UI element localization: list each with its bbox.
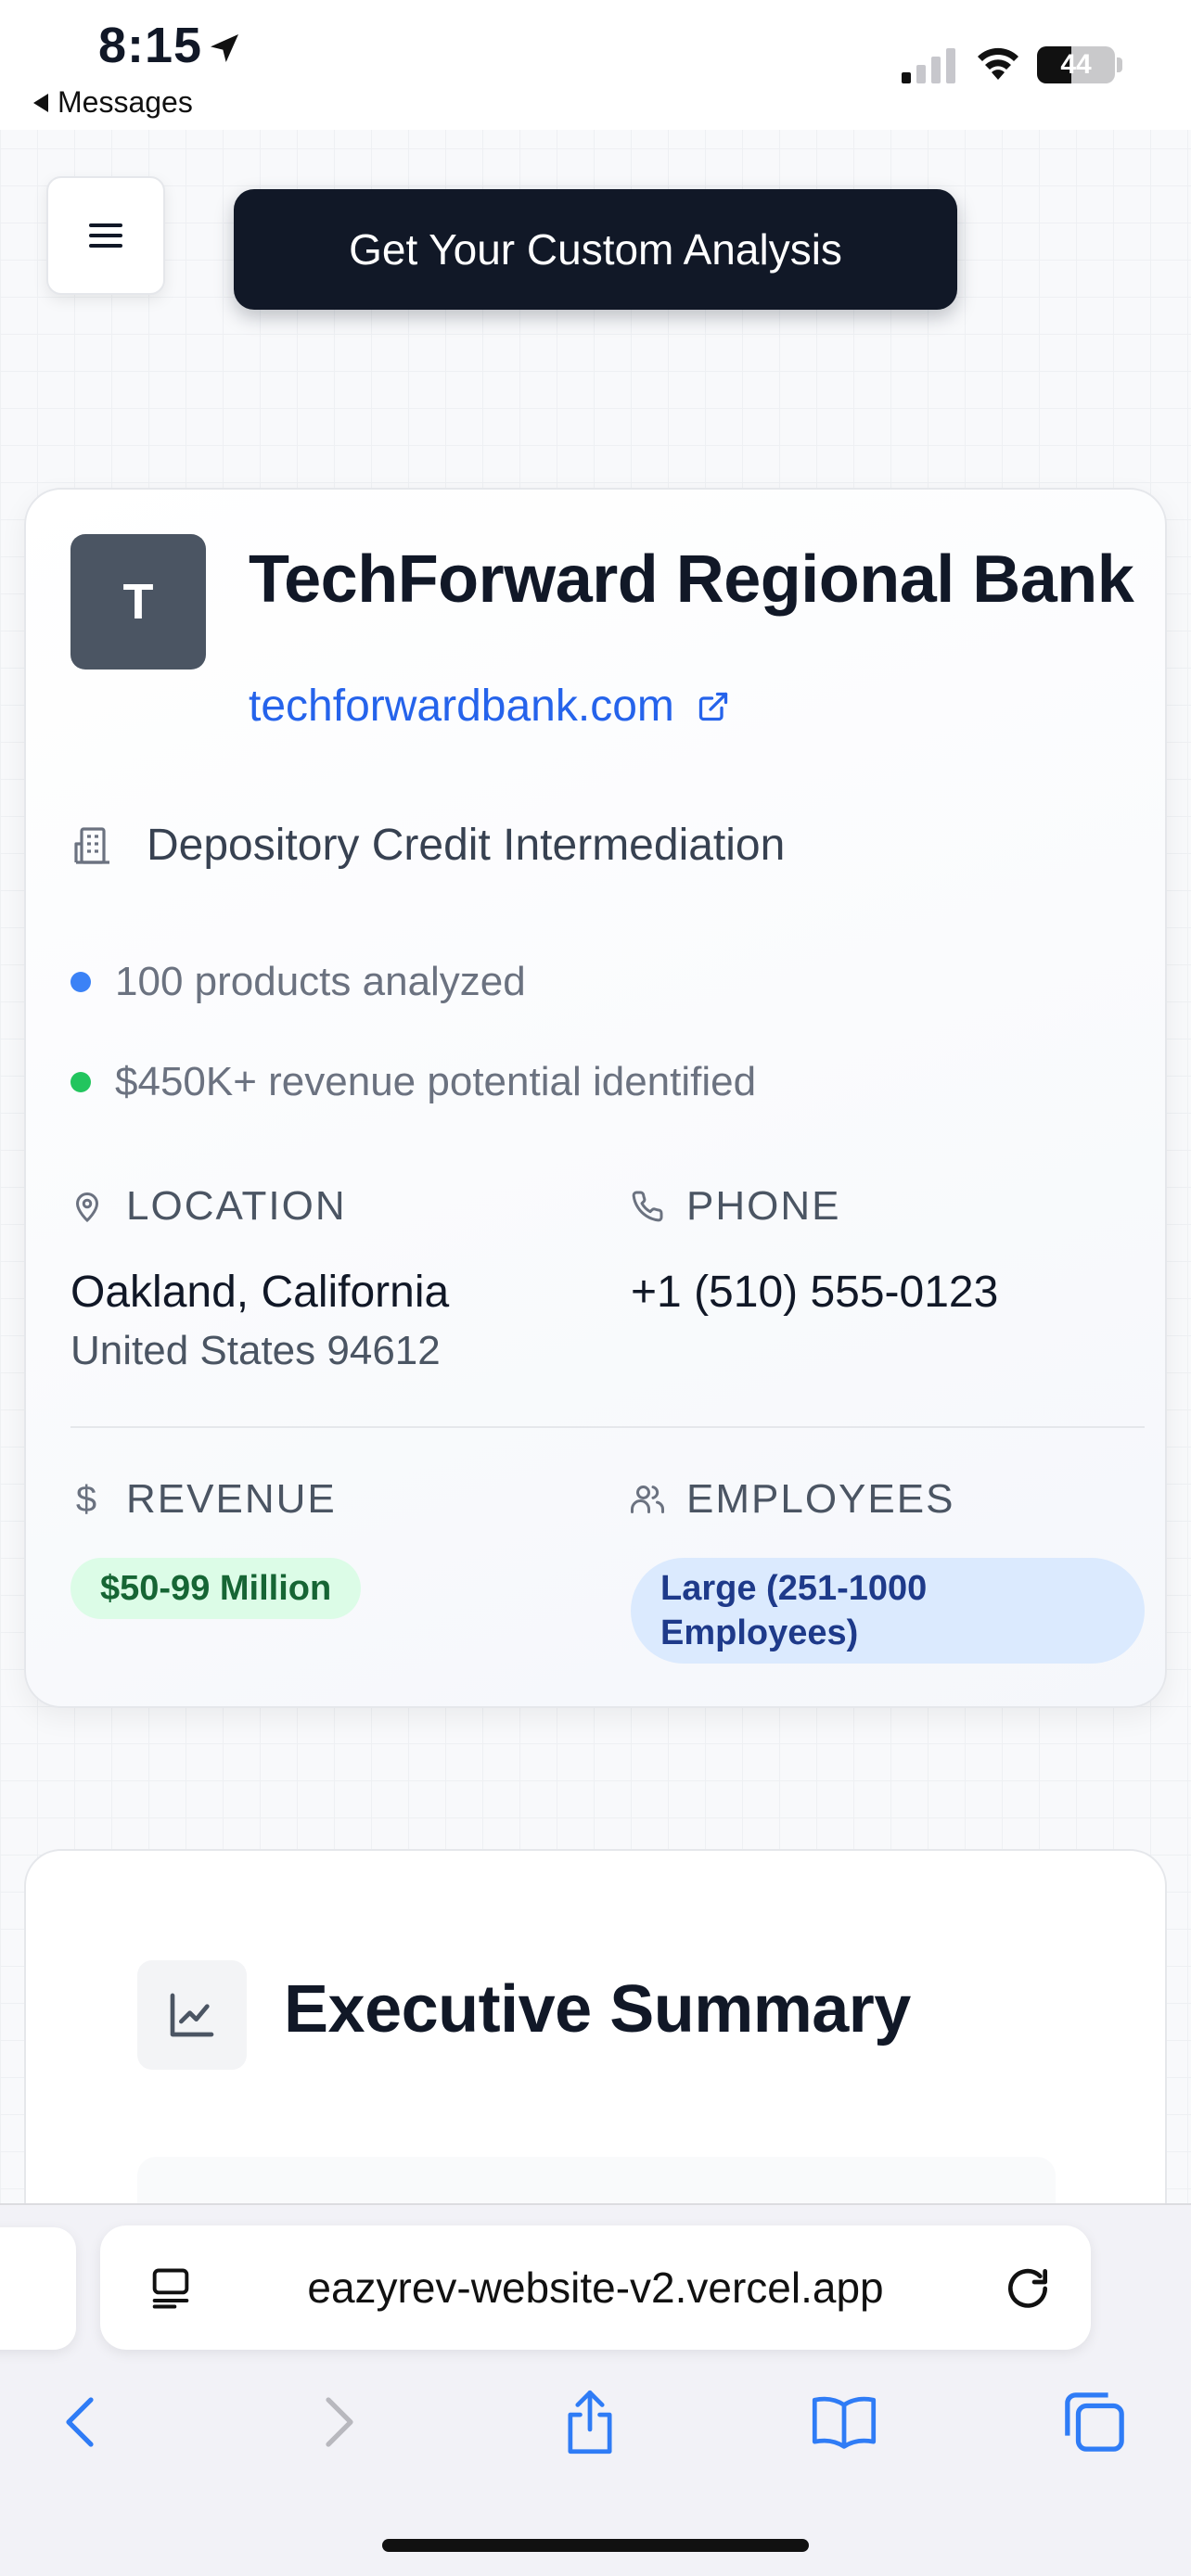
- share-button[interactable]: [553, 2385, 627, 2459]
- location-city: Oakland, California: [70, 1268, 450, 1317]
- home-indicator: [382, 2539, 809, 2552]
- employees-badge: Large (251-1000 Employees): [631, 1558, 1145, 1664]
- back-button[interactable]: [43, 2385, 117, 2459]
- chevron-right-icon: [326, 2397, 353, 2447]
- address-bar[interactable]: eazyrev-website-v2.vercel.app: [100, 2225, 1091, 2350]
- building-icon: [74, 826, 109, 864]
- blue-dot-icon: [70, 972, 91, 992]
- stat-products-text: 100 products analyzed: [115, 959, 526, 1004]
- location-arrow-icon: [211, 34, 238, 62]
- industry-name: Depository Credit Intermediation: [147, 821, 786, 870]
- stat-products: 100 products analyzed: [70, 959, 526, 1005]
- executive-summary-title: Executive Summary: [284, 1972, 911, 2047]
- revenue-label: $ REVENUE: [70, 1476, 337, 1523]
- users-icon: [631, 1486, 664, 1513]
- previous-tab-preview[interactable]: [0, 2227, 76, 2350]
- card-divider: [70, 1426, 1145, 1428]
- back-label: Messages: [58, 85, 193, 119]
- tabs-icon: [1065, 2392, 1124, 2452]
- external-link-icon: [698, 692, 728, 721]
- stat-revenue-text: $450K+ revenue potential identified: [115, 1059, 757, 1104]
- status-time: 8:15: [98, 18, 203, 73]
- revenue-badge: $50-99 Million: [70, 1558, 362, 1619]
- phone-label: PHONE: [631, 1183, 840, 1230]
- back-triangle-icon: [33, 93, 48, 112]
- line-chart-icon: [137, 1960, 247, 2070]
- company-url-text: techforwardbank.com: [249, 682, 674, 731]
- tabs-button[interactable]: [1057, 2385, 1132, 2459]
- battery-icon: 44: [1037, 46, 1115, 83]
- location-label: LOCATION: [70, 1183, 347, 1230]
- dollar-icon: $: [75, 1478, 99, 1520]
- map-pin-icon: [75, 1192, 99, 1223]
- revenue-label-text: REVENUE: [126, 1476, 337, 1522]
- employees-label-text: EMPLOYEES: [686, 1476, 955, 1522]
- battery-tip: [1117, 57, 1122, 72]
- share-icon: [568, 2390, 612, 2455]
- phone-number[interactable]: +1 (510) 555-0123: [631, 1267, 998, 1318]
- industry-row: Depository Credit Intermediation: [70, 820, 785, 871]
- forward-button[interactable]: [302, 2385, 377, 2459]
- address-url: eazyrev-website-v2.vercel.app: [307, 2264, 884, 2312]
- company-name: TechForward Regional Bank: [249, 542, 1134, 617]
- menu-button[interactable]: [46, 176, 165, 295]
- battery-percent: 44: [1060, 49, 1092, 80]
- hamburger-icon: [89, 223, 122, 248]
- company-website-link[interactable]: techforwardbank.com: [249, 681, 730, 732]
- cellular-signal-icon: [902, 48, 955, 83]
- phone-label-text: PHONE: [686, 1183, 841, 1229]
- wifi-icon: [978, 47, 1018, 80]
- location-label-text: LOCATION: [126, 1183, 347, 1229]
- stat-revenue-potential: $450K+ revenue potential identified: [70, 1059, 756, 1105]
- book-icon: [812, 2396, 877, 2449]
- location-country: United States 94612: [70, 1328, 441, 1373]
- chevron-left-icon: [66, 2397, 94, 2447]
- reload-icon[interactable]: [1002, 2263, 1054, 2315]
- phone-icon: [632, 1191, 663, 1222]
- bookmarks-button[interactable]: [807, 2385, 881, 2459]
- back-to-messages-link[interactable]: Messages: [33, 85, 193, 120]
- company-card: T TechForward Regional Bank techforwardb…: [24, 488, 1167, 1708]
- employees-label: EMPLOYEES: [631, 1476, 954, 1523]
- company-logo: T: [70, 534, 206, 670]
- status-bar: 8:15 Messages 44: [0, 0, 1191, 130]
- green-dot-icon: [70, 1072, 91, 1092]
- get-custom-analysis-button[interactable]: Get Your Custom Analysis: [234, 189, 957, 310]
